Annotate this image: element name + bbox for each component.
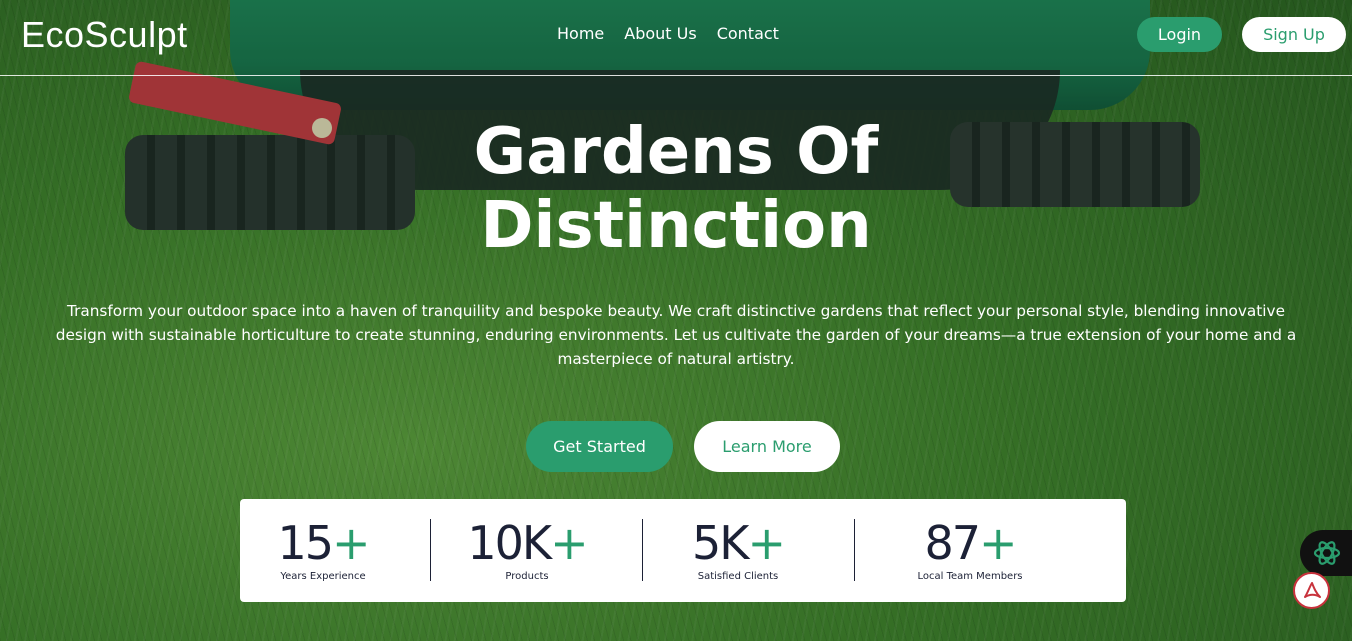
pdf-icon [1303,581,1321,598]
stat-years-experience: 15+ Years Experience [273,517,373,582]
stat-plus: + [747,516,786,570]
stat-value: 5K+ [688,517,788,569]
ai-assistant-widget[interactable] [1300,530,1352,576]
nav-links: Home About Us Contact [557,24,779,43]
ai-assistant-icon [1313,541,1341,565]
stat-label: Satisfied Clients [697,571,779,582]
stat-label: Local Team Members [917,571,1023,582]
nav-link-contact[interactable]: Contact [717,24,779,43]
stat-value: 87+ [910,517,1030,569]
stats-card: 15+ Years Experience 10K+ Products 5K+ S… [240,499,1126,602]
stat-number: 87 [924,516,981,570]
logo[interactable]: EcoSculpt [21,14,188,56]
stat-plus: + [550,516,589,570]
stat-plus: + [979,516,1018,570]
hero-description: Transform your outdoor space into a have… [55,302,1297,368]
stat-label: Products [505,571,549,582]
stat-satisfied-clients: 5K+ Satisfied Clients [688,517,788,582]
stat-label: Years Experience [280,571,366,582]
stat-local-team-members: 87+ Local Team Members [910,517,1030,582]
navbar: EcoSculpt Home About Us Contact Login Si… [0,0,1352,76]
get-started-button[interactable]: Get Started [526,421,673,472]
stat-number: 15 [277,516,334,570]
signup-button[interactable]: Sign Up [1242,17,1346,52]
learn-more-button[interactable]: Learn More [694,421,840,472]
stat-plus: + [332,516,371,570]
stat-number: 10K [467,516,552,570]
stat-value: 10K+ [467,516,589,570]
stat-divider [854,519,855,581]
stat-products: 10K+ Products [467,516,589,582]
hero-title: Gardens Of Distinction [0,115,1352,263]
login-button[interactable]: Login [1137,17,1222,52]
stat-divider [430,519,431,581]
hero-title-line-1: Gardens Of [473,115,879,189]
nav-link-about-us[interactable]: About Us [624,24,696,43]
stat-number: 5K [692,516,749,570]
hero-title-line-2: Distinction [480,189,872,263]
stat-value: 15+ [273,517,373,569]
nav-link-home[interactable]: Home [557,24,604,43]
stat-divider [642,519,643,581]
pdf-widget[interactable] [1293,572,1330,609]
